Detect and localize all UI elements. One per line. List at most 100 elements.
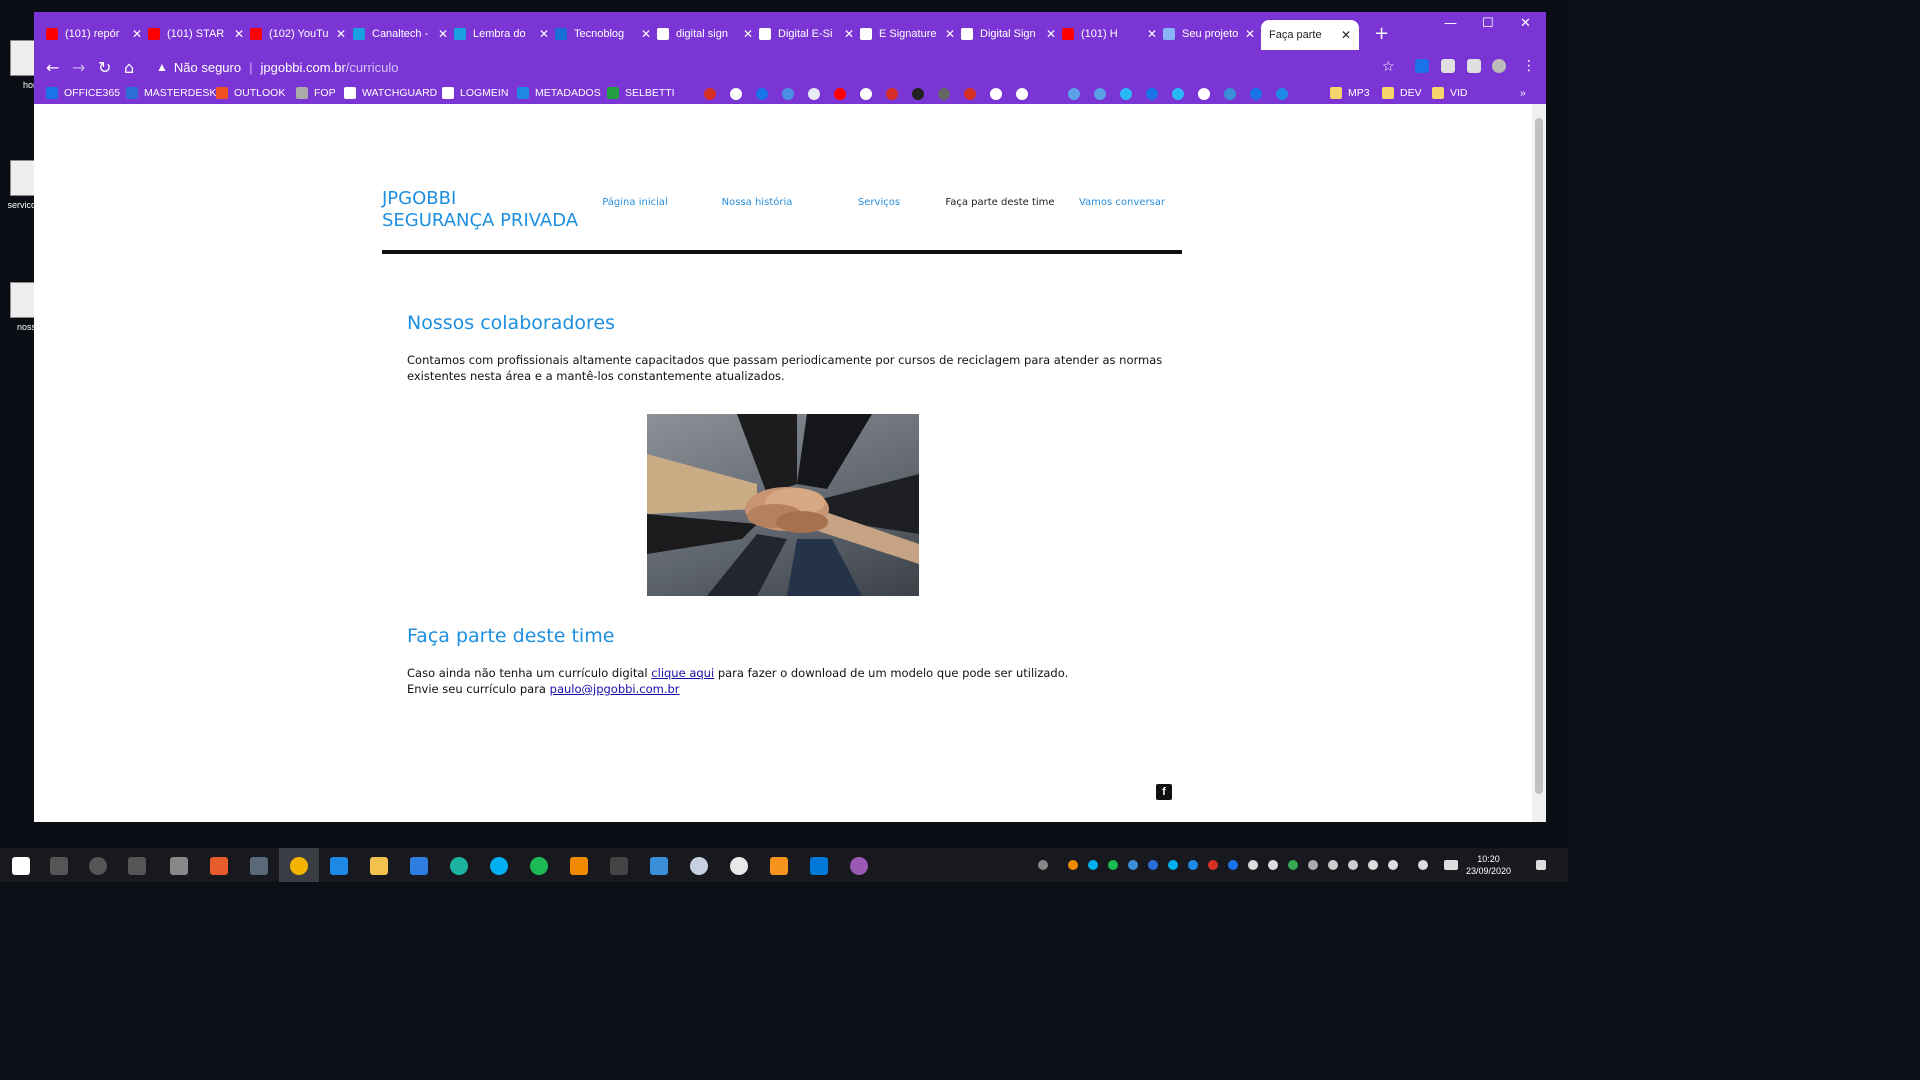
desktop-icon[interactable]: hor	[4, 40, 36, 90]
close-tab-icon[interactable]: ✕	[945, 27, 955, 41]
tab[interactable]: E Signature ✕	[860, 23, 955, 45]
home-icon[interactable]: ⌂	[124, 58, 134, 77]
bookmark-favicon-icon[interactable]	[1146, 88, 1158, 100]
chrome-icon[interactable]	[290, 857, 308, 875]
nav-link-join[interactable]: Faça parte deste time	[940, 197, 1060, 208]
more-bookmarks-button[interactable]: »	[1520, 87, 1526, 99]
calculator-icon[interactable]	[250, 857, 268, 875]
bookmark-favicon-icon[interactable]	[1016, 88, 1028, 100]
bluetooth-icon[interactable]	[1128, 860, 1138, 870]
bookmark-item[interactable]: LOGMEIN	[442, 87, 508, 99]
tray-icon[interactable]	[1188, 860, 1198, 870]
tray-icon[interactable]	[1348, 860, 1358, 870]
vlc-tray-icon[interactable]	[1068, 860, 1078, 870]
cortana-icon[interactable]	[89, 857, 107, 875]
bookmark-favicon-icon[interactable]	[730, 88, 742, 100]
bookmark-item[interactable]: OUTLOOK	[216, 87, 285, 99]
search-icon[interactable]	[50, 857, 68, 875]
tray-icon[interactable]	[1088, 860, 1098, 870]
bookmark-favicon-icon[interactable]	[1120, 88, 1132, 100]
people-icon[interactable]	[1038, 860, 1048, 870]
bookmark-favicon-icon[interactable]	[1094, 88, 1106, 100]
nav-link-services[interactable]: Serviços	[819, 197, 939, 208]
tray-icon[interactable]	[1328, 860, 1338, 870]
star-icon[interactable]: ☆	[1382, 59, 1395, 75]
reload-icon[interactable]: ↻	[98, 58, 111, 77]
tray-icon[interactable]	[1108, 860, 1118, 870]
bookmark-item[interactable]: METADADOS	[517, 87, 601, 99]
volume-icon[interactable]	[1388, 860, 1398, 870]
spotify-icon[interactable]	[530, 857, 548, 875]
sublime-icon[interactable]	[770, 857, 788, 875]
close-tab-icon[interactable]: ✕	[1046, 27, 1056, 41]
app-icon[interactable]	[690, 857, 708, 875]
nav-link-home[interactable]: Página inicial	[575, 197, 695, 208]
close-tab-icon[interactable]: ✕	[1341, 28, 1351, 42]
bookmark-favicon-icon[interactable]	[990, 88, 1002, 100]
menu-icon[interactable]: ⋮	[1522, 58, 1536, 74]
app-icon[interactable]	[730, 857, 748, 875]
close-tab-icon[interactable]: ✕	[438, 27, 448, 41]
tab[interactable]: (101) H ✕	[1062, 23, 1157, 45]
bookmark-favicon-icon[interactable]	[834, 88, 846, 100]
tray-icon[interactable]	[1308, 860, 1318, 870]
close-tab-icon[interactable]: ✕	[641, 27, 651, 41]
tray-icon[interactable]	[1148, 860, 1158, 870]
bookmark-favicon-icon[interactable]	[1068, 88, 1080, 100]
nav-link-contact[interactable]: Vamos conversar	[1062, 197, 1182, 208]
bookmark-favicon-icon[interactable]	[782, 88, 794, 100]
close-tab-icon[interactable]: ✕	[234, 27, 244, 41]
bookmark-item[interactable]: OFFICE365	[46, 87, 120, 99]
site-logo[interactable]: JPGOBBI SEGURANÇA PRIVADA	[382, 188, 578, 232]
app-icon[interactable]	[850, 857, 868, 875]
back-icon[interactable]: ←	[46, 58, 59, 77]
download-link[interactable]: clique aqui	[651, 666, 714, 680]
nav-link-history[interactable]: Nossa história	[697, 197, 817, 208]
close-tab-icon[interactable]: ✕	[539, 27, 549, 41]
tray-icon[interactable]	[1208, 860, 1218, 870]
settings-icon[interactable]	[170, 857, 188, 875]
tab[interactable]: Canaltech - ✕	[353, 23, 448, 45]
new-tab-button[interactable]: +	[1374, 23, 1389, 44]
tab[interactable]: Digital Sign ✕	[961, 23, 1056, 45]
extension-icon[interactable]	[1415, 59, 1429, 73]
app-icon[interactable]	[210, 857, 228, 875]
scroll-thumb[interactable]	[1535, 118, 1543, 794]
network-icon[interactable]	[1368, 860, 1378, 870]
bookmark-favicon-icon[interactable]	[1224, 88, 1236, 100]
onedrive-icon[interactable]	[1268, 860, 1278, 870]
bookmark-favicon-icon[interactable]	[860, 88, 872, 100]
app-icon[interactable]	[610, 857, 628, 875]
tab[interactable]: (101) STAR ✕	[148, 23, 244, 45]
close-tab-icon[interactable]: ✕	[1147, 27, 1157, 41]
tab[interactable]: Lembra do ✕	[454, 23, 549, 45]
tab[interactable]: Tecnoblog ✕	[555, 23, 651, 45]
edge-icon[interactable]	[450, 857, 468, 875]
tab[interactable]: digital sign ✕	[657, 23, 753, 45]
pen-icon[interactable]	[1418, 860, 1428, 870]
email-link[interactable]: paulo@jpgobbi.com.br	[550, 682, 680, 696]
puzzle-icon[interactable]	[1441, 59, 1455, 73]
forward-icon[interactable]: →	[72, 58, 85, 77]
close-tab-icon[interactable]: ✕	[1245, 27, 1255, 41]
tab-active[interactable]: Faça parte ✕	[1261, 20, 1359, 50]
bookmark-favicon-icon[interactable]	[704, 88, 716, 100]
desktop-icon[interactable]: noss	[4, 282, 36, 332]
close-tab-icon[interactable]: ✕	[336, 27, 346, 41]
bookmark-favicon-icon[interactable]	[808, 88, 820, 100]
explorer-icon[interactable]	[370, 857, 388, 875]
minimize-button[interactable]: —	[1444, 16, 1457, 31]
address-bar[interactable]: ▲ Não seguro | jpgobbi.com.br /curriculo	[146, 53, 1396, 81]
app-icon[interactable]	[330, 857, 348, 875]
bookmark-favicon-icon[interactable]	[938, 88, 950, 100]
tray-icon[interactable]	[1168, 860, 1178, 870]
tray-icon[interactable]	[1288, 860, 1298, 870]
close-tab-icon[interactable]: ✕	[743, 27, 753, 41]
start-icon[interactable]	[12, 857, 30, 875]
bookmark-favicon-icon[interactable]	[912, 88, 924, 100]
bookmark-item[interactable]: WATCHGUARD	[344, 87, 437, 99]
facebook-icon[interactable]: f	[1156, 784, 1172, 800]
tab[interactable]: (101) repór ✕	[46, 23, 142, 45]
close-window-button[interactable]: ✕	[1520, 16, 1531, 31]
maximize-button[interactable]: ☐	[1482, 16, 1494, 31]
